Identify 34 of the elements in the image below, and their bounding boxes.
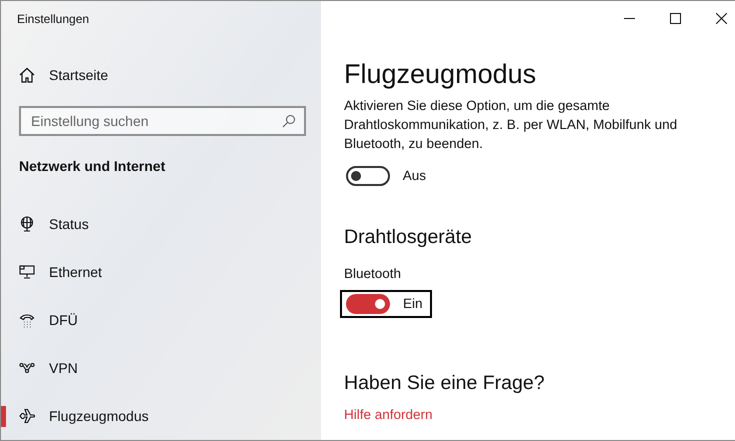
nav-label: Ethernet <box>49 262 102 282</box>
page-title: Flugzeugmodus <box>344 58 536 91</box>
nav-item[interactable]: VPN <box>1 344 321 392</box>
search-icon <box>282 114 296 128</box>
phone-icon <box>19 312 35 328</box>
nav-item[interactable]: DFÜ <box>1 296 321 344</box>
help-link[interactable]: Hilfe anfordern <box>344 405 433 426</box>
maximize-icon <box>670 12 680 24</box>
nav-label: Flugzeugmodus <box>49 406 149 426</box>
nav-label: Status <box>49 214 89 234</box>
toggle-switch[interactable] <box>346 166 390 186</box>
description-text: Aktivieren Sie diese Option, um die gesamte Drahtloskommunikation, z. B. per WLAN, Mobilfunk und Bluetooth, zu beenden. <box>344 97 678 153</box>
help-heading: Haben Sie eine Frage? <box>344 371 545 396</box>
nav-item[interactable]: Status <box>1 200 321 248</box>
vpn-icon <box>19 360 35 376</box>
close-icon <box>716 12 726 24</box>
nav-item[interactable]: Ethernet <box>1 248 321 296</box>
airplane-icon <box>19 408 35 424</box>
globe-monitor-icon <box>19 216 35 232</box>
nav-label: DFÜ <box>49 310 78 330</box>
section-heading: Drahtlosgeräte <box>344 225 472 250</box>
search-field[interactable]: Einstellung suchen <box>19 106 306 136</box>
monitor-icon <box>19 264 35 280</box>
home-label: Startseite <box>49 66 108 84</box>
toggle-state-label: Aus <box>402 166 426 185</box>
toggle-switch[interactable] <box>346 294 390 314</box>
nav-item[interactable]: Flugzeugmodus <box>1 392 321 440</box>
nav-label: VPN <box>49 358 78 378</box>
toggle-state-label: Ein <box>403 295 423 314</box>
section-heading: Netzwerk und Internet <box>18 157 166 176</box>
window-title: Einstellungen <box>17 11 90 28</box>
home-icon <box>19 67 35 83</box>
setting-label: Bluetooth <box>344 265 402 283</box>
home-link[interactable]: Startseite <box>1 61 321 89</box>
